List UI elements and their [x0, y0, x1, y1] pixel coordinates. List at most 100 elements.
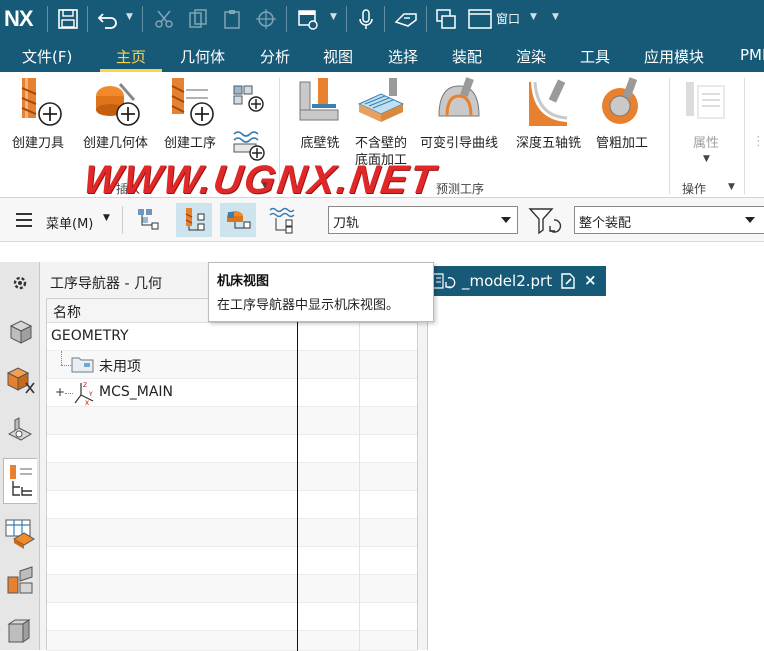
separator	[122, 206, 123, 234]
variable-guide-curve-button[interactable]: 可变引导曲线	[420, 76, 498, 152]
floor-wall-button[interactable]: 底壁铣	[294, 76, 346, 152]
tree-row[interactable]: GEOMETRY	[47, 323, 417, 351]
machining-method-view-icon[interactable]	[264, 203, 300, 237]
tube-roughing-icon	[596, 76, 648, 130]
operation-navigator-icon[interactable]	[3, 458, 37, 504]
column-divider[interactable]	[359, 299, 360, 651]
toolpath-filter-dropdown[interactable]: 刀轨	[328, 206, 518, 234]
microphone-icon[interactable]	[352, 5, 380, 33]
properties-button[interactable]: 属性	[680, 76, 732, 152]
create-geometry-label: 创建几何体	[83, 136, 149, 151]
menu-assembly[interactable]: 装配	[452, 46, 482, 67]
create-geometry-button[interactable]: 创建几何体	[83, 76, 148, 152]
program-order-view-icon[interactable]	[132, 203, 168, 237]
quick-toolbar: 菜单(M) ▼ 刀轨 整个装配	[0, 198, 764, 242]
machine-tool-view-icon[interactable]	[176, 203, 212, 237]
menu-analysis[interactable]: 分析	[260, 46, 290, 67]
separator	[346, 6, 347, 32]
menu-application[interactable]: 应用模块	[644, 46, 704, 67]
column-divider[interactable]	[297, 299, 298, 651]
tooltip-body: 在工序导航器中显示机床视图。	[217, 298, 400, 313]
menu-home[interactable]: 主页	[116, 46, 146, 67]
watermark: WWW.UGNX.NET	[80, 158, 440, 202]
navigator-title: 工序导航器 - 几何	[50, 276, 162, 292]
navigator-tree[interactable]: 名称 GEOMETRY 未用项 + ZYX MCS_MAIN	[46, 298, 418, 651]
machine-navigator-icon[interactable]	[3, 514, 37, 552]
nx-logo: NX	[4, 6, 34, 31]
touch-mode-icon[interactable]	[392, 5, 420, 33]
customize-dropdown-icon[interactable]: ▼	[552, 12, 559, 22]
face-milling-no-wall-icon	[355, 76, 407, 130]
close-tab-icon[interactable]: ×	[584, 271, 597, 289]
group-separator	[744, 78, 745, 194]
tree-row[interactable]: 未用项	[47, 351, 417, 379]
graphics-window[interactable]	[428, 296, 764, 650]
menu-view[interactable]: 视图	[323, 46, 353, 67]
window-menu[interactable]: 窗口	[496, 10, 520, 27]
deep-5axis-button[interactable]: 深度五轴铣	[516, 76, 581, 152]
variable-guide-curve-icon	[433, 76, 485, 130]
reuse-library-icon[interactable]	[3, 612, 37, 650]
empty-row	[47, 631, 417, 651]
empty-row	[47, 547, 417, 575]
separator	[142, 6, 143, 32]
paste-icon	[218, 5, 246, 33]
create-tool-button[interactable]: 创建刀具	[12, 76, 64, 152]
floor-wall-label: 底壁铣	[300, 136, 340, 151]
edit-document-icon[interactable]	[560, 272, 576, 294]
resource-bar	[0, 262, 40, 650]
machine-tool-navigator-icon[interactable]	[3, 562, 37, 600]
menu-pmi[interactable]: PMI	[740, 46, 764, 64]
properties-icon	[680, 76, 732, 130]
menu-render[interactable]: 渲染	[516, 46, 546, 67]
properties-label: 属性	[692, 136, 719, 151]
tree-row[interactable]: + ZYX MCS_MAIN	[47, 379, 417, 407]
separator	[286, 6, 287, 32]
document-tab[interactable]: _model2.prt ×	[428, 266, 606, 296]
floor-wall-icon	[294, 76, 346, 130]
create-method-icon[interactable]	[232, 82, 266, 112]
tree-connector	[61, 365, 71, 366]
create-operation-icon	[164, 76, 216, 130]
expand-plus-icon[interactable]: +	[55, 386, 65, 398]
separator	[384, 6, 385, 32]
assembly-scope-dropdown[interactable]: 整个装配	[574, 206, 764, 234]
cut-icon	[150, 5, 178, 33]
menu-tools[interactable]: 工具	[580, 46, 610, 67]
undo-dropdown-icon[interactable]: ▼	[126, 12, 133, 22]
tube-roughing-label: 管粗加工	[596, 136, 649, 151]
assembly-navigator-icon[interactable]	[3, 312, 37, 350]
empty-row	[47, 575, 417, 603]
window-icon[interactable]	[466, 5, 494, 33]
geometry-view-icon[interactable]	[220, 203, 256, 237]
selection-filter-icon[interactable]	[528, 206, 564, 236]
deep-5axis-icon	[523, 76, 575, 130]
save-icon[interactable]	[54, 5, 82, 33]
menu-select[interactable]: 选择	[388, 46, 418, 67]
svg-text:Z: Z	[83, 382, 87, 389]
empty-row	[47, 435, 417, 463]
svg-text:Y: Y	[88, 391, 93, 398]
undo-icon[interactable]	[94, 5, 122, 33]
create-operation-button[interactable]: 创建工序	[164, 76, 216, 152]
menu-geometry[interactable]: 几何体	[180, 46, 225, 67]
toolpath-filter-value: 刀轨	[333, 216, 360, 231]
menu-file[interactable]: 文件(F)	[22, 46, 72, 67]
empty-row	[47, 407, 417, 435]
hamburger-menu-icon[interactable]	[14, 212, 34, 232]
tree-connector	[61, 351, 62, 365]
create-program-icon[interactable]	[232, 128, 266, 162]
part-navigator-icon[interactable]	[3, 410, 37, 448]
face-milling-no-wall-button[interactable]: 不含壁的 底面加工	[350, 76, 412, 169]
display-settings-icon[interactable]	[294, 5, 322, 33]
display-dropdown-icon[interactable]: ▼	[330, 12, 337, 22]
menu-button[interactable]: 菜单(M)	[46, 213, 93, 232]
switch-window-icon[interactable]	[432, 5, 460, 33]
window-dropdown-icon[interactable]: ▼	[530, 12, 537, 22]
tube-roughing-button[interactable]: 管粗加工	[596, 76, 648, 152]
actions-group-dropdown-icon[interactable]: ▼	[728, 182, 735, 192]
settings-gear-icon[interactable]	[3, 264, 37, 302]
properties-dropdown-icon[interactable]: ▼	[703, 154, 710, 164]
menu-dropdown-icon[interactable]: ▼	[103, 213, 110, 223]
constraint-navigator-icon[interactable]	[3, 360, 37, 398]
